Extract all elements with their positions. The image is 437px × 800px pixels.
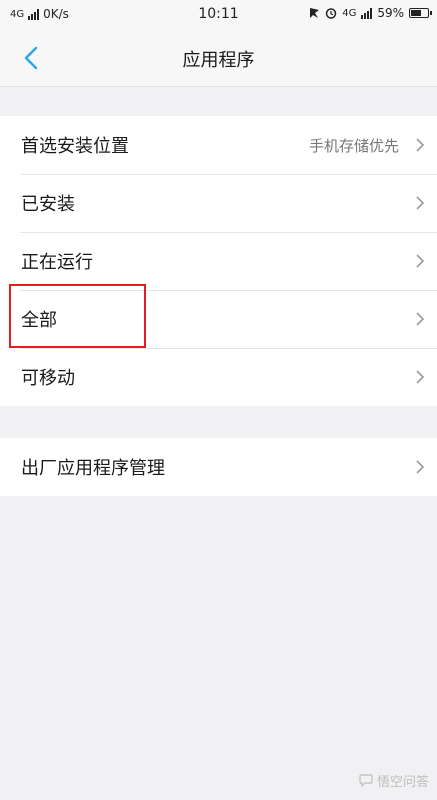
chevron-right-icon [416,196,425,210]
chevron-right-icon [416,460,425,474]
network-type-right-label: 4G [342,7,357,19]
row-label: 全部 [21,310,57,331]
signal-right-icon [361,7,373,19]
row-movable[interactable]: 可移动 [0,348,437,406]
watermark: 悟空问答 [359,771,429,790]
chevron-right-icon [416,370,425,384]
row-running[interactable]: 正在运行 [0,232,437,290]
page-title: 应用程序 [182,50,255,71]
battery-percent-label: 59% [377,6,404,20]
row-label: 已安装 [21,194,75,215]
settings-group-main: 首选安装位置 手机存储优先 已安装 正在运行 全部 可移动 [0,116,437,406]
row-label: 正在运行 [21,252,93,273]
status-right: 4G 59% [309,6,432,20]
chevron-right-icon [416,254,425,268]
row-preferred-install-location[interactable]: 首选安装位置 手机存储优先 [0,116,437,174]
app-header: 应用程序 [0,30,437,87]
chevron-right-icon [416,312,425,326]
notification-flag-icon [310,8,320,18]
row-value: 手机存储优先 [308,136,399,155]
row-installed[interactable]: 已安装 [0,174,437,232]
status-bar: 4G 0K/s 10:11 4G 59% [0,0,437,30]
screen: 4G 0K/s 10:11 4G 59% 应用程序 首选安装位置 手机存储优先 … [0,0,437,800]
watermark-text: 悟空问答 [376,775,429,790]
settings-group-factory: 出厂应用程序管理 [0,438,437,496]
row-factory-app-management[interactable]: 出厂应用程序管理 [0,438,437,496]
battery-icon [409,8,432,18]
alarm-icon [325,8,337,19]
row-all[interactable]: 全部 [0,290,437,348]
row-label: 首选安装位置 [21,136,129,157]
speech-bubble-icon [359,774,373,787]
row-label: 出厂应用程序管理 [21,458,165,479]
chevron-right-icon [416,138,425,152]
row-label: 可移动 [21,368,75,389]
